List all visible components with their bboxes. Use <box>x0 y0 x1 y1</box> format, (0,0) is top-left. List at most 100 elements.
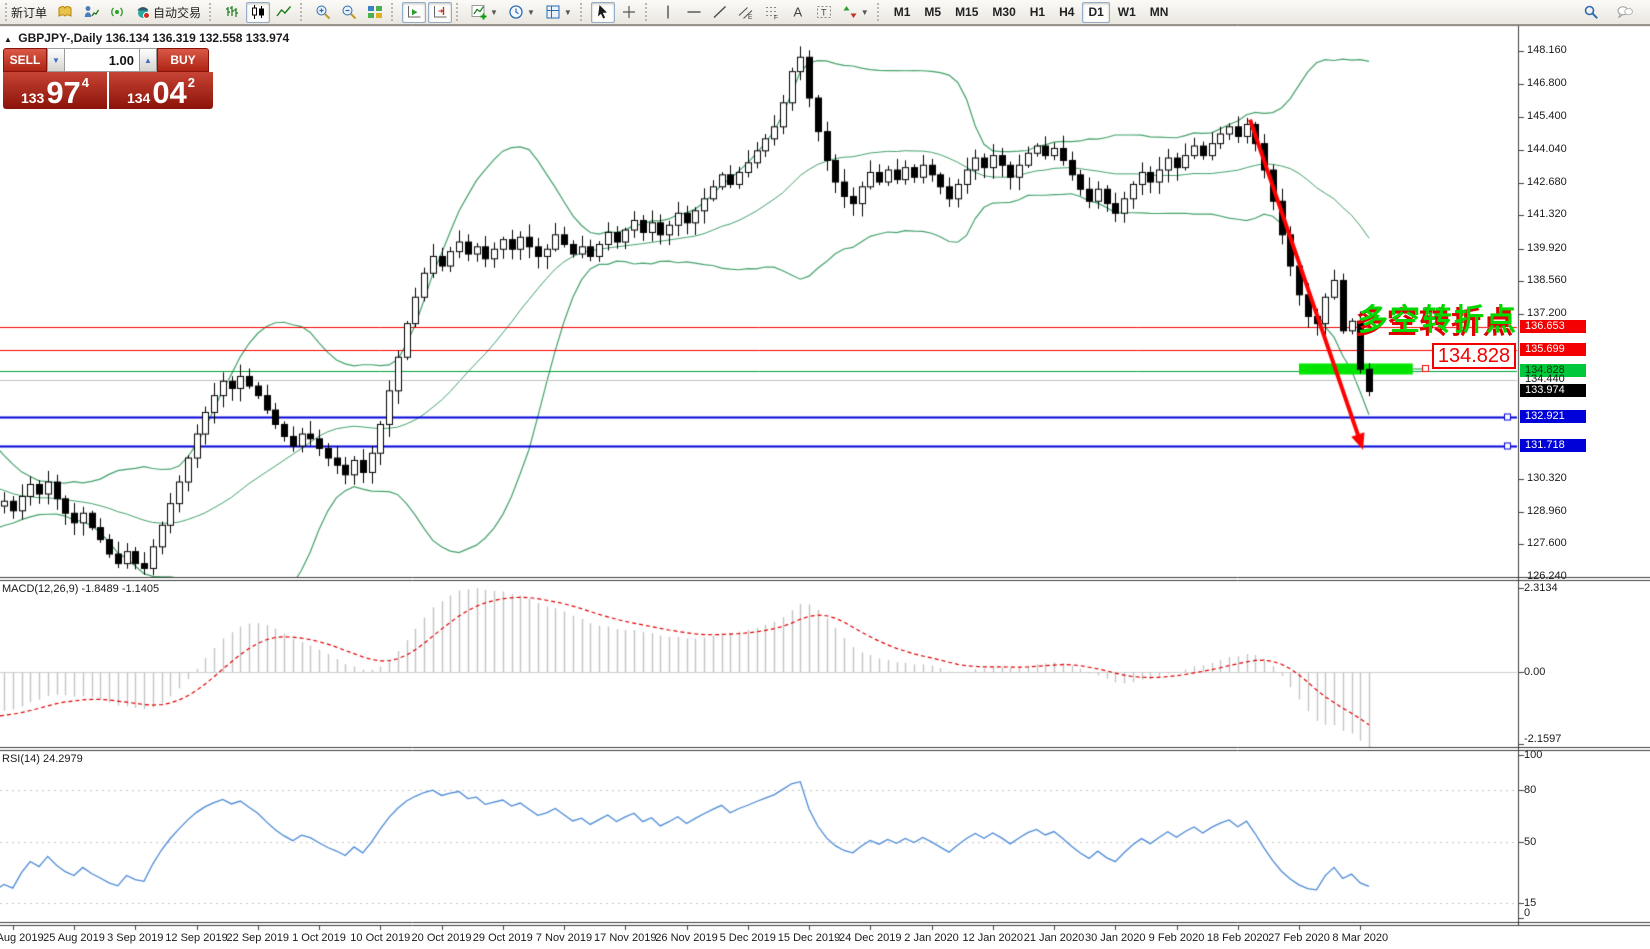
indicators-button[interactable]: ▼ <box>467 2 502 23</box>
channel-icon: E <box>738 4 754 20</box>
equidistant-channel-button[interactable]: E <box>734 2 758 23</box>
date-axis-label: 9 Feb 2020 <box>1148 932 1205 944</box>
price-axis-tick: 130.320 <box>1527 472 1567 485</box>
signals-button[interactable] <box>105 2 129 23</box>
price-axis-tick: 144.040 <box>1527 142 1567 155</box>
bars-icon <box>224 4 240 20</box>
toolbar-group-grip[interactable] <box>644 3 651 21</box>
timeframe-m5[interactable]: M5 <box>918 2 947 23</box>
crosshair-button[interactable] <box>617 2 641 23</box>
label-button[interactable]: T <box>812 2 836 23</box>
chat-icon <box>1617 4 1633 20</box>
toolbar-group-grip[interactable] <box>579 3 586 21</box>
toolbar-group-grip[interactable] <box>456 3 462 21</box>
sell-button[interactable]: SELL <box>3 48 47 72</box>
price-axis-tick: 126.240 <box>1527 570 1567 583</box>
vertical-line-button[interactable] <box>656 2 680 23</box>
chart-shift-button[interactable] <box>428 1 453 23</box>
volume-input[interactable] <box>65 48 139 72</box>
zoom-out-button[interactable] <box>337 2 361 23</box>
price-axis-tick: 138.560 <box>1527 274 1567 287</box>
price-callout-label[interactable]: 134.828 <box>1432 343 1516 369</box>
timeframe-m1[interactable]: M1 <box>888 2 917 23</box>
toolbar-group-grip[interactable] <box>209 3 215 21</box>
chart-history-button[interactable] <box>53 2 77 23</box>
date-axis-label: 2 Jan 2020 <box>904 932 959 944</box>
timeframe-w1[interactable]: W1 <box>1112 2 1142 23</box>
timeframe-m15[interactable]: M15 <box>949 2 984 23</box>
templates-button[interactable]: ▼ <box>541 2 576 23</box>
candlestick-button[interactable] <box>246 1 271 23</box>
buy-button[interactable]: BUY <box>157 48 209 72</box>
zoomin-icon <box>315 4 331 20</box>
toolbar-group-grip[interactable] <box>300 3 306 21</box>
zoomout-icon <box>341 4 357 20</box>
date-axis-label: 15 Aug 2019 <box>0 932 44 944</box>
horizontal-line-button[interactable] <box>682 2 706 23</box>
sell-price-pip: 4 <box>81 75 90 90</box>
date-axis-label: 10 Oct 2019 <box>350 932 411 944</box>
sell-price-handle: 133 <box>20 89 45 106</box>
timeframe-m30[interactable]: M30 <box>986 2 1021 23</box>
toolbar-group-grip[interactable] <box>876 3 883 21</box>
date-axis-label: 29 Oct 2019 <box>472 932 533 944</box>
chart-symbol-period: GBPJPY-,Daily <box>18 31 103 45</box>
template-icon <box>545 4 561 20</box>
zoom-in-button[interactable] <box>311 2 335 23</box>
auto-scroll-button[interactable] <box>402 1 427 23</box>
hline-icon <box>686 4 702 20</box>
bull-bear-turning-point-annotation[interactable]: 多空转折点 <box>1358 295 1518 339</box>
chart-ohlc-values: 136.134 136.319 132.558 133.974 <box>105 31 290 45</box>
timeframe-h4[interactable]: H4 <box>1053 2 1080 23</box>
dropdown-arrow-icon[interactable]: ▼ <box>564 8 572 17</box>
arrows-button[interactable]: ▼ <box>838 2 873 23</box>
search-button[interactable] <box>1579 2 1603 23</box>
new-order-button[interactable]: 新订单 <box>7 2 51 23</box>
tile-windows-button[interactable] <box>363 2 387 23</box>
trendline-button[interactable] <box>708 2 732 23</box>
main-toolbar: 新订单 自动交易 ▼ ▼ ▼ E F A T ▼ M1 M5 M15 M30 H1 H4 D1 W1 MN <box>0 0 1650 25</box>
date-axis-label: 12 Jan 2020 <box>962 932 1024 944</box>
toolbar-group-grip[interactable] <box>391 3 397 21</box>
chartshift-icon <box>432 4 448 20</box>
crosshair-icon <box>621 4 637 20</box>
buy-price[interactable]: 134 04 2 <box>109 72 213 109</box>
price-chart-canvas[interactable] <box>0 0 1650 949</box>
macd-axis-tick: 2.3134 <box>1524 582 1558 595</box>
line-chart-button[interactable] <box>272 2 296 23</box>
candles-icon <box>250 4 266 20</box>
dropdown-arrow-icon[interactable]: ▼ <box>861 8 869 17</box>
date-axis-label: 30 Jan 2020 <box>1084 932 1146 944</box>
cursor-button[interactable] <box>590 1 615 23</box>
svg-text:T: T <box>821 8 827 18</box>
date-axis-label: 21 Jan 2020 <box>1023 932 1085 944</box>
macd-axis-tick: -2.1597 <box>1524 733 1562 745</box>
periods-button[interactable]: ▼ <box>504 2 539 23</box>
timeframe-h1[interactable]: H1 <box>1024 2 1051 23</box>
price-axis-tick: 137.200 <box>1527 307 1567 320</box>
chat-button[interactable] <box>1613 2 1637 23</box>
dropdown-arrow-icon[interactable]: ▼ <box>527 8 535 17</box>
volume-increase-button[interactable]: ▲ <box>139 48 157 72</box>
signals-icon <box>109 4 125 20</box>
date-axis-label: 8 Mar 2020 <box>1332 932 1389 944</box>
buy-price-big: 04 <box>152 74 187 110</box>
text-icon: A <box>790 4 806 20</box>
timeframe-mn[interactable]: MN <box>1144 2 1175 23</box>
buy-price-pip: 2 <box>187 75 196 90</box>
date-axis-label: 24 Dec 2019 <box>839 932 902 944</box>
strategy-tester-button[interactable] <box>79 2 103 23</box>
timeframe-d1[interactable]: D1 <box>1082 1 1110 23</box>
auto-trading-button[interactable]: 自动交易 <box>131 2 205 23</box>
fibonacci-button[interactable]: F <box>760 2 784 23</box>
search-icon <box>1583 4 1599 20</box>
autotrade-icon <box>135 4 151 20</box>
text-button[interactable]: A <box>786 2 810 23</box>
dropdown-arrow-icon[interactable]: ▼ <box>490 8 498 17</box>
price-axis-tick: 141.320 <box>1527 208 1567 221</box>
bar-chart-button[interactable] <box>220 2 244 23</box>
sell-price[interactable]: 133 97 4 <box>3 72 107 109</box>
date-axis-label: 27 Feb 2020 <box>1268 932 1330 944</box>
linechart-icon <box>276 4 292 20</box>
volume-decrease-button[interactable]: ▼ <box>47 48 65 72</box>
